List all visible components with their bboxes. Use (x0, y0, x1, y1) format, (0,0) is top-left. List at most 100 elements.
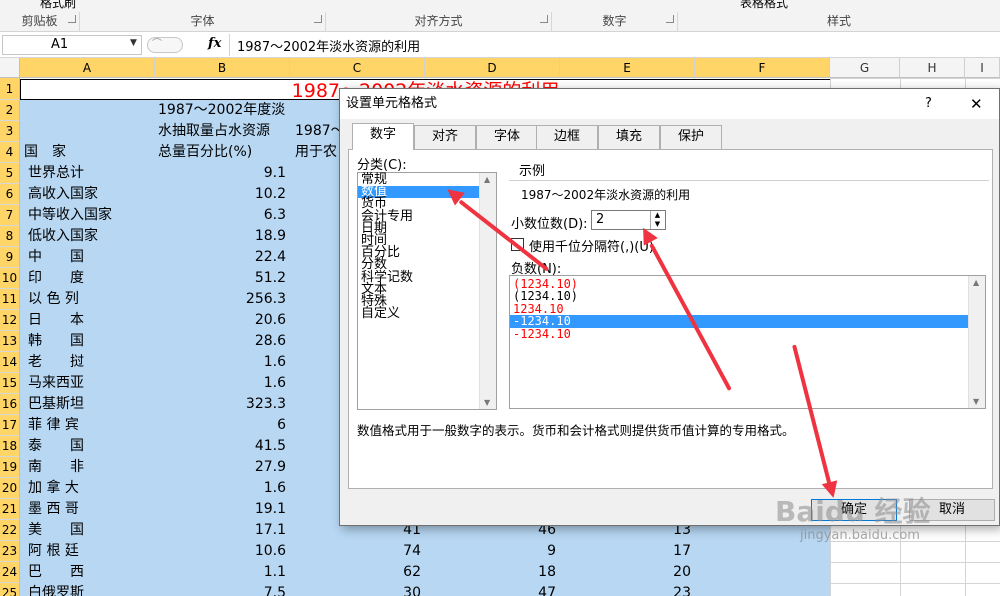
column-header[interactable]: I (965, 58, 1000, 78)
country-cell[interactable]: 世界总计 (28, 163, 153, 183)
value-cell[interactable]: 74 (290, 541, 423, 561)
row-header[interactable]: 3 (0, 121, 20, 142)
value-cell[interactable]: 17.1 (155, 520, 288, 540)
category-item[interactable]: 自定义 (358, 307, 496, 320)
country-cell[interactable]: 白俄罗斯 (28, 583, 153, 596)
negative-format-item[interactable]: (1234.10) (510, 290, 968, 302)
tab-fill[interactable]: 填充 (598, 125, 660, 149)
value-cell[interactable]: 18 (425, 562, 558, 582)
country-cell[interactable]: 以 色 列 (28, 289, 153, 309)
value-cell[interactable]: 6 (155, 415, 288, 435)
stepper-arrows-icon[interactable]: ▲ ▼ (650, 211, 664, 229)
row-header[interactable]: 23 (0, 541, 20, 562)
column-header[interactable]: E (560, 58, 695, 78)
country-cell[interactable]: 日 本 (28, 310, 153, 330)
header-cell[interactable]: 国 家 (24, 142, 144, 162)
country-cell[interactable]: 南 非 (28, 457, 153, 477)
tab-font[interactable]: 字体 (476, 125, 538, 149)
tab-border[interactable]: 边框 (536, 125, 598, 149)
country-cell[interactable]: 马来西亚 (28, 373, 153, 393)
tab-alignment[interactable]: 对齐 (414, 125, 476, 149)
column-header[interactable]: B (155, 58, 290, 78)
tab-protection[interactable]: 保护 (660, 125, 722, 149)
negative-format-item[interactable]: (1234.10) (510, 278, 968, 290)
negative-format-item[interactable]: -1234.10 (510, 327, 968, 340)
chevron-down-icon[interactable]: ▼ (130, 38, 137, 48)
row-header[interactable]: 20 (0, 478, 20, 499)
value-cell[interactable]: 30 (290, 583, 423, 596)
row-header[interactable]: 10 (0, 268, 20, 289)
value-cell[interactable]: 1.6 (155, 478, 288, 498)
country-cell[interactable]: 加 拿 大 (28, 478, 153, 498)
scroll-up-icon[interactable]: ▲ (973, 278, 979, 287)
country-cell[interactable]: 韩 国 (28, 331, 153, 351)
country-cell[interactable]: 阿 根 廷 (28, 541, 153, 561)
country-cell[interactable]: 泰 国 (28, 436, 153, 456)
row-header[interactable]: 15 (0, 373, 20, 394)
row-header[interactable]: 8 (0, 226, 20, 247)
value-cell[interactable]: 41.5 (155, 436, 288, 456)
value-cell[interactable]: 9 (425, 541, 558, 561)
tab-number[interactable]: 数字 (352, 123, 414, 150)
scroll-down-icon[interactable]: ▼ (973, 397, 979, 406)
negative-format-item[interactable]: -1234.10 (510, 315, 968, 328)
row-header[interactable]: 21 (0, 499, 20, 520)
row-header[interactable]: 7 (0, 205, 20, 226)
close-icon[interactable]: ✕ (970, 89, 983, 119)
row-header[interactable]: 12 (0, 310, 20, 331)
row-header[interactable]: 6 (0, 184, 20, 205)
country-cell[interactable]: 巴基斯坦 (28, 394, 153, 414)
value-cell[interactable]: 6.3 (155, 205, 288, 225)
launcher-icon[interactable] (314, 15, 322, 23)
country-cell[interactable]: 中等收入国家 (28, 205, 153, 225)
launcher-icon[interactable] (68, 15, 76, 23)
value-cell[interactable]: 1.6 (155, 373, 288, 393)
scroll-up-icon[interactable]: ▲ (484, 175, 490, 184)
row-header[interactable]: 16 (0, 394, 20, 415)
row-header[interactable]: 18 (0, 436, 20, 457)
row-header[interactable]: 9 (0, 247, 20, 268)
header-cell[interactable]: 1987～2002年度淡 (158, 100, 290, 120)
value-cell[interactable]: 17 (560, 541, 693, 561)
name-box[interactable]: A1 (2, 35, 142, 55)
value-cell[interactable]: 27.9 (155, 457, 288, 477)
value-cell[interactable]: 62 (290, 562, 423, 582)
column-header[interactable]: F (695, 58, 830, 78)
value-cell[interactable]: 51.2 (155, 268, 288, 288)
row-header[interactable]: 25 (0, 583, 20, 596)
value-cell[interactable]: 10.6 (155, 541, 288, 561)
launcher-icon[interactable] (540, 15, 548, 23)
column-header[interactable]: D (425, 58, 560, 78)
value-cell[interactable]: 47 (425, 583, 558, 596)
value-cell[interactable]: 9.1 (155, 163, 288, 183)
value-cell[interactable]: 256.3 (155, 289, 288, 309)
row-header[interactable]: 13 (0, 331, 20, 352)
column-header[interactable]: A (20, 58, 155, 78)
value-cell[interactable]: 20.6 (155, 310, 288, 330)
country-cell[interactable]: 菲 律 宾 (28, 415, 153, 435)
value-cell[interactable]: 28.6 (155, 331, 288, 351)
help-icon[interactable]: ? (925, 89, 932, 119)
row-header[interactable]: 17 (0, 415, 20, 436)
table-format-button[interactable]: 表格格式 (740, 0, 788, 11)
fx-icon[interactable]: fx (208, 36, 221, 51)
negative-format-item[interactable]: 1234.10 (510, 303, 968, 315)
row-header[interactable]: 19 (0, 457, 20, 478)
column-header[interactable]: C (290, 58, 425, 78)
country-cell[interactable]: 老 挝 (28, 352, 153, 372)
country-cell[interactable]: 巴 西 (28, 562, 153, 582)
country-cell[interactable]: 墨 西 哥 (28, 499, 153, 519)
row-header[interactable]: 5 (0, 163, 20, 184)
row-header[interactable]: 11 (0, 289, 20, 310)
value-cell[interactable]: 19.1 (155, 499, 288, 519)
country-cell[interactable]: 高收入国家 (28, 184, 153, 204)
scroll-down-icon[interactable]: ▼ (484, 398, 490, 407)
expand-name-box-icon[interactable]: ⌒ (147, 37, 183, 53)
row-header[interactable]: 1 (0, 78, 20, 100)
row-header[interactable]: 14 (0, 352, 20, 373)
header-cell[interactable]: 用于农 (295, 142, 345, 162)
value-cell[interactable]: 1.1 (155, 562, 288, 582)
country-cell[interactable]: 美 国 (28, 520, 153, 540)
category-scrollbar[interactable]: ▲ ▼ (479, 173, 496, 409)
row-header[interactable]: 24 (0, 562, 20, 583)
